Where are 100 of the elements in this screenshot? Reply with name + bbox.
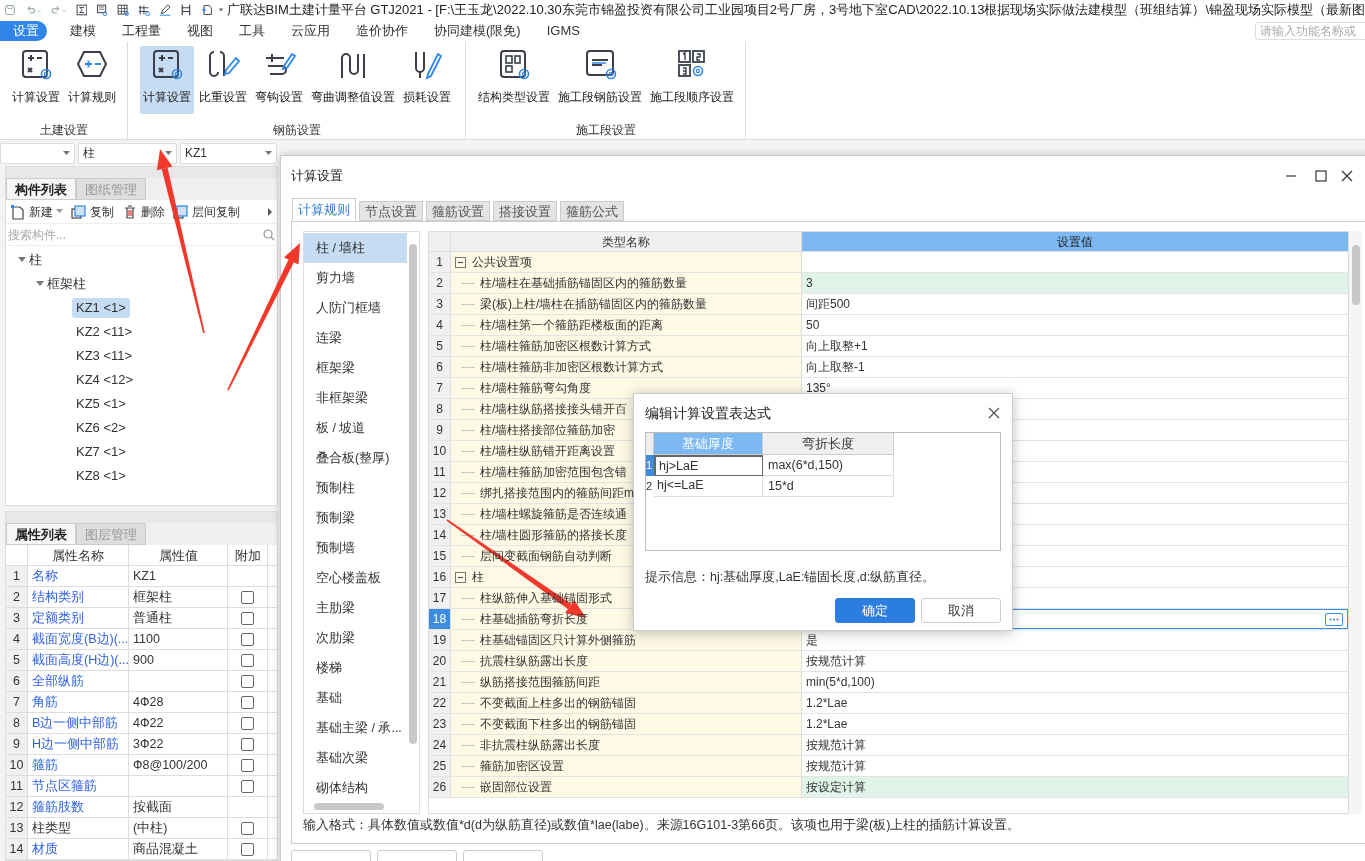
ribbon-button[interactable]: 施工段钢筋设置 xyxy=(554,46,645,114)
collapse-icon[interactable] xyxy=(455,571,466,583)
tree-item[interactable]: 框架柱 xyxy=(47,274,86,294)
menu-tab[interactable]: 工程量 xyxy=(109,21,174,41)
ribbon-button[interactable]: 弯钩设置 xyxy=(251,46,306,114)
menu-tab[interactable]: 协同建模(限免) xyxy=(421,21,534,41)
dialog-tab[interactable]: 箍筋公式 xyxy=(560,201,624,221)
ribbon-button[interactable]: 施工段顺序设置 xyxy=(646,46,737,114)
toolbar-button[interactable]: 删除 xyxy=(122,202,165,221)
ribbon-button[interactable]: 比重设置 xyxy=(195,46,250,114)
category-item[interactable]: 叠合板(整厚) xyxy=(304,443,407,473)
category-item[interactable]: 基础主梁 / 承... xyxy=(304,713,407,743)
category-item[interactable]: 次肋梁 xyxy=(304,623,407,653)
panel-tab[interactable]: 属性列表 xyxy=(6,523,76,545)
menu-tab[interactable]: 造价协作 xyxy=(343,21,421,41)
checkbox[interactable] xyxy=(241,590,254,604)
ribbon-button[interactable]: 计算设置 xyxy=(139,46,194,114)
category-item[interactable]: 空心楼盖板 xyxy=(304,563,407,593)
column-header[interactable]: 弯折长度 xyxy=(763,433,894,455)
table-cell[interactable]: max(6*d,150) xyxy=(763,455,894,476)
tree-item[interactable]: KZ1 <1> xyxy=(72,298,130,318)
checkbox[interactable] xyxy=(241,632,254,646)
table-cell[interactable]: 15*d xyxy=(763,476,894,497)
dialog-tab[interactable]: 箍筋设置 xyxy=(426,201,490,221)
scrollbar-thumb[interactable] xyxy=(1351,245,1360,305)
caret-down-icon[interactable] xyxy=(36,281,44,287)
checkbox[interactable] xyxy=(241,674,254,688)
category-item[interactable]: 基础次梁 xyxy=(304,743,407,773)
film-strip-icon[interactable] xyxy=(179,2,192,18)
category-item[interactable]: 连梁 xyxy=(304,323,407,353)
toolbar-button[interactable]: 复制 xyxy=(71,202,114,221)
dialog-button[interactable]: 取消 xyxy=(921,597,1001,623)
close-icon[interactable] xyxy=(988,407,1000,419)
ribbon-button[interactable]: 弯曲调整值设置 xyxy=(307,46,398,114)
dialog-tab[interactable]: 节点设置 xyxy=(359,201,423,221)
dialog-button[interactable]: 确定 xyxy=(835,597,915,623)
checkbox[interactable] xyxy=(241,737,254,751)
checkbox[interactable] xyxy=(241,779,254,793)
grid-search-icon[interactable] xyxy=(117,2,130,18)
table-cell[interactable]: hj<=LaE xyxy=(654,476,763,497)
caret-icon[interactable] xyxy=(217,6,224,14)
tree-item[interactable]: 柱 xyxy=(29,250,42,270)
menu-tab[interactable]: 设置 xyxy=(0,21,47,41)
tree-item[interactable]: KZ3 <11> xyxy=(72,346,137,366)
ribbon-button[interactable]: 结构类型设置 xyxy=(474,46,553,114)
ribbon-button[interactable]: 计算设置 xyxy=(8,46,63,114)
search-field[interactable]: 搜索构件... xyxy=(8,224,263,245)
menu-tab[interactable]: IGMS xyxy=(533,21,593,41)
dialog-tab[interactable]: 搭接设置 xyxy=(493,201,557,221)
checkbox[interactable] xyxy=(241,695,254,709)
more-button[interactable] xyxy=(1325,612,1343,626)
sigma-icon[interactable] xyxy=(75,2,88,18)
menu-tab[interactable]: 视图 xyxy=(174,21,226,41)
close-icon[interactable] xyxy=(1341,170,1353,182)
dialog-tab[interactable]: 计算规则 xyxy=(292,198,356,221)
menu-tab[interactable]: 云应用 xyxy=(278,21,343,41)
checkbox[interactable] xyxy=(241,716,254,730)
checkbox[interactable] xyxy=(241,821,254,835)
panel-tab[interactable]: 构件列表 xyxy=(6,178,76,200)
scrollbar-thumb[interactable] xyxy=(314,803,384,810)
checkbox[interactable] xyxy=(241,842,254,856)
pencil-icon[interactable] xyxy=(159,2,171,18)
toolbar-button[interactable]: 层间复制 xyxy=(173,202,240,221)
tree-item[interactable]: KZ8 <1> xyxy=(72,466,130,486)
document-search-icon[interactable] xyxy=(96,2,109,18)
scrollbar-thumb[interactable] xyxy=(409,244,417,744)
collapse-icon[interactable] xyxy=(455,256,466,268)
category-item[interactable]: 预制柱 xyxy=(304,473,407,503)
checkbox[interactable] xyxy=(241,758,254,772)
category-item[interactable]: 砌体结构 xyxy=(304,773,407,803)
tree-item[interactable]: KZ7 <1> xyxy=(72,442,130,462)
chevron-right-icon[interactable] xyxy=(267,206,273,217)
table-cell[interactable]: hj>LaE xyxy=(654,455,763,476)
category-item[interactable]: 基础 xyxy=(304,683,407,713)
tree-item[interactable]: KZ6 <2> xyxy=(72,418,130,438)
dropdown[interactable]: KZ1 xyxy=(180,142,277,164)
category-item[interactable]: 人防门框墙 xyxy=(304,293,407,323)
category-item[interactable]: 柱 / 墙柱 xyxy=(304,233,407,263)
search-field[interactable]: 请输入功能名称或 xyxy=(1255,22,1365,40)
page-icon[interactable] xyxy=(200,2,213,18)
category-item[interactable]: 预制梁 xyxy=(304,503,407,533)
category-item[interactable]: 预制墙 xyxy=(304,533,407,563)
caret-down-icon[interactable] xyxy=(18,257,26,263)
toolbar-button[interactable]: 新建 xyxy=(10,202,63,221)
category-item[interactable]: 剪力墙 xyxy=(304,263,407,293)
ribbon-button[interactable]: 计算规则 xyxy=(64,46,119,114)
maximize-icon[interactable] xyxy=(1315,170,1327,182)
category-item[interactable]: 主肋梁 xyxy=(304,593,407,623)
menu-tab[interactable]: 建模 xyxy=(57,21,109,41)
dropdown[interactable]: 柱 xyxy=(78,142,177,164)
checkbox[interactable] xyxy=(241,611,254,625)
checkbox[interactable] xyxy=(241,653,254,667)
tree-item[interactable]: KZ2 <11> xyxy=(72,322,137,342)
category-item[interactable]: 楼梯 xyxy=(304,653,407,683)
category-item[interactable]: 板 / 坡道 xyxy=(304,413,407,443)
ribbon-button[interactable]: 损耗设置 xyxy=(399,46,454,114)
category-item[interactable]: 框架梁 xyxy=(304,353,407,383)
category-item[interactable]: 非框架梁 xyxy=(304,383,407,413)
tree-item[interactable]: KZ5 <1> xyxy=(72,394,130,414)
menu-tab[interactable]: 工具 xyxy=(226,21,278,41)
